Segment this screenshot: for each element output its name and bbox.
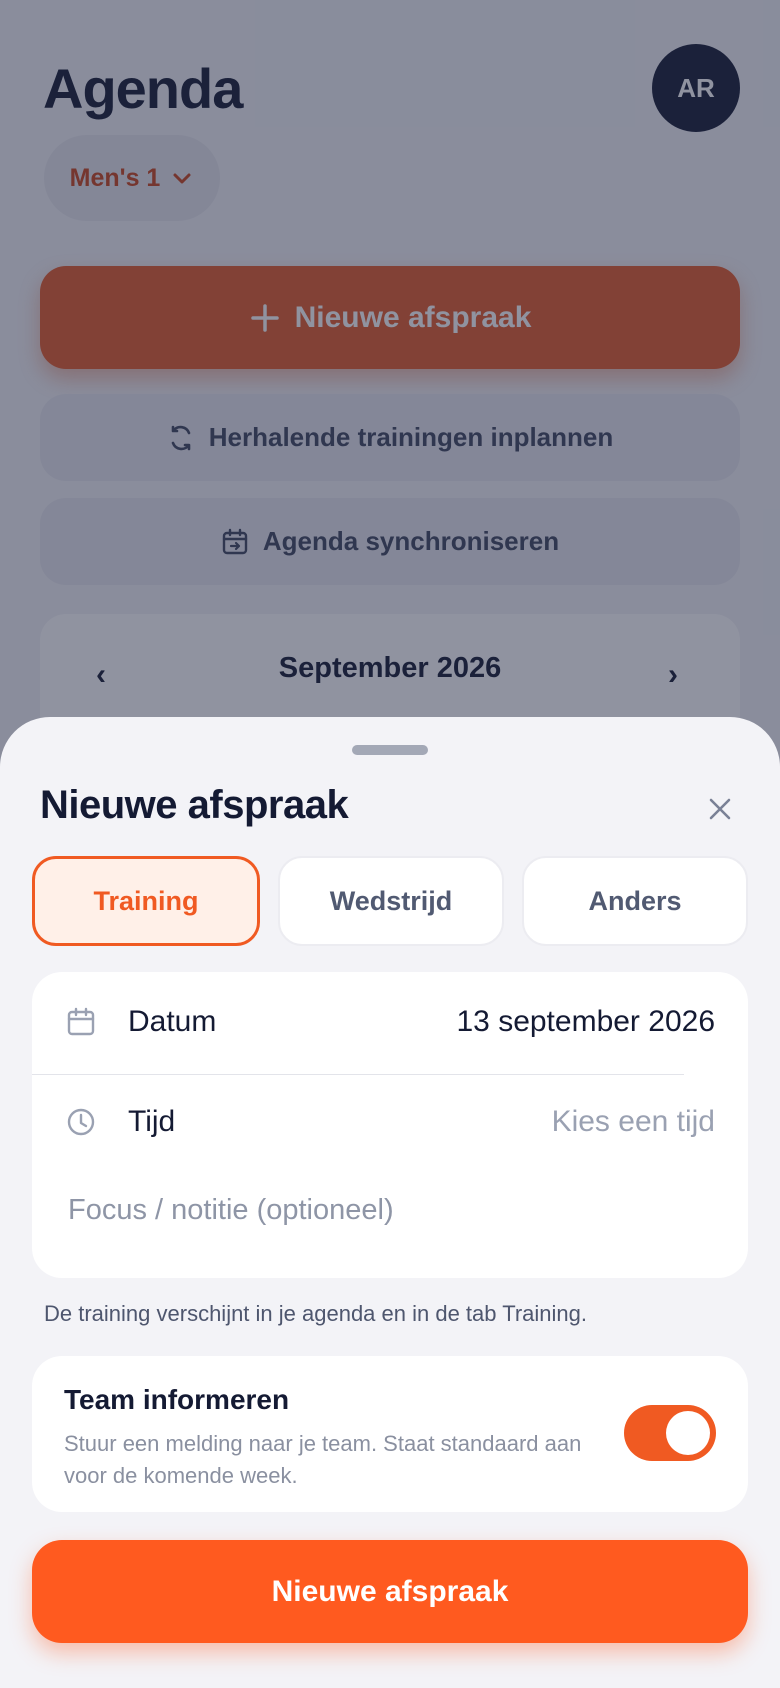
type-other[interactable]: Anders — [522, 856, 748, 946]
close-button[interactable] — [700, 789, 740, 829]
clock-icon — [67, 1108, 95, 1136]
submit-appointment-button[interactable]: Nieuwe afspraak — [32, 1540, 748, 1643]
time-row[interactable]: Tijd Kies een tijd — [32, 1072, 748, 1172]
time-label: Tijd — [128, 1105, 176, 1138]
date-label: Datum — [128, 1005, 217, 1038]
notify-team-toggle[interactable] — [624, 1405, 716, 1461]
appointment-form: Datum 13 september 2026 Tijd Kies een ti… — [32, 972, 748, 1278]
type-match[interactable]: Wedstrijd — [278, 856, 504, 946]
new-appointment-sheet: Nieuwe afspraak Training Wedstrijd Ander… — [0, 717, 780, 1688]
toggle-knob — [666, 1411, 710, 1455]
type-training[interactable]: Training — [32, 856, 260, 946]
date-row[interactable]: Datum 13 september 2026 — [32, 972, 748, 1072]
sheet-title: Nieuwe afspraak — [40, 783, 349, 827]
note-input[interactable] — [68, 1165, 708, 1255]
notify-team-description: Stuur een melding naar je team. Staat st… — [64, 1431, 582, 1488]
training-hint: De training verschijnt in je agenda en i… — [44, 1301, 588, 1326]
calendar-icon — [67, 1007, 95, 1036]
form-divider — [32, 1074, 684, 1075]
appointment-type-selector: Training Wedstrijd Anders — [32, 856, 748, 946]
date-value: 13 september 2026 — [456, 1005, 715, 1038]
time-placeholder: Kies een tijd — [551, 1105, 715, 1138]
close-icon — [709, 798, 731, 820]
sheet-grabber[interactable] — [352, 745, 428, 755]
notify-team-card: Team informeren Stuur een melding naar j… — [32, 1356, 748, 1512]
notify-team-title: Team informeren — [64, 1384, 290, 1415]
